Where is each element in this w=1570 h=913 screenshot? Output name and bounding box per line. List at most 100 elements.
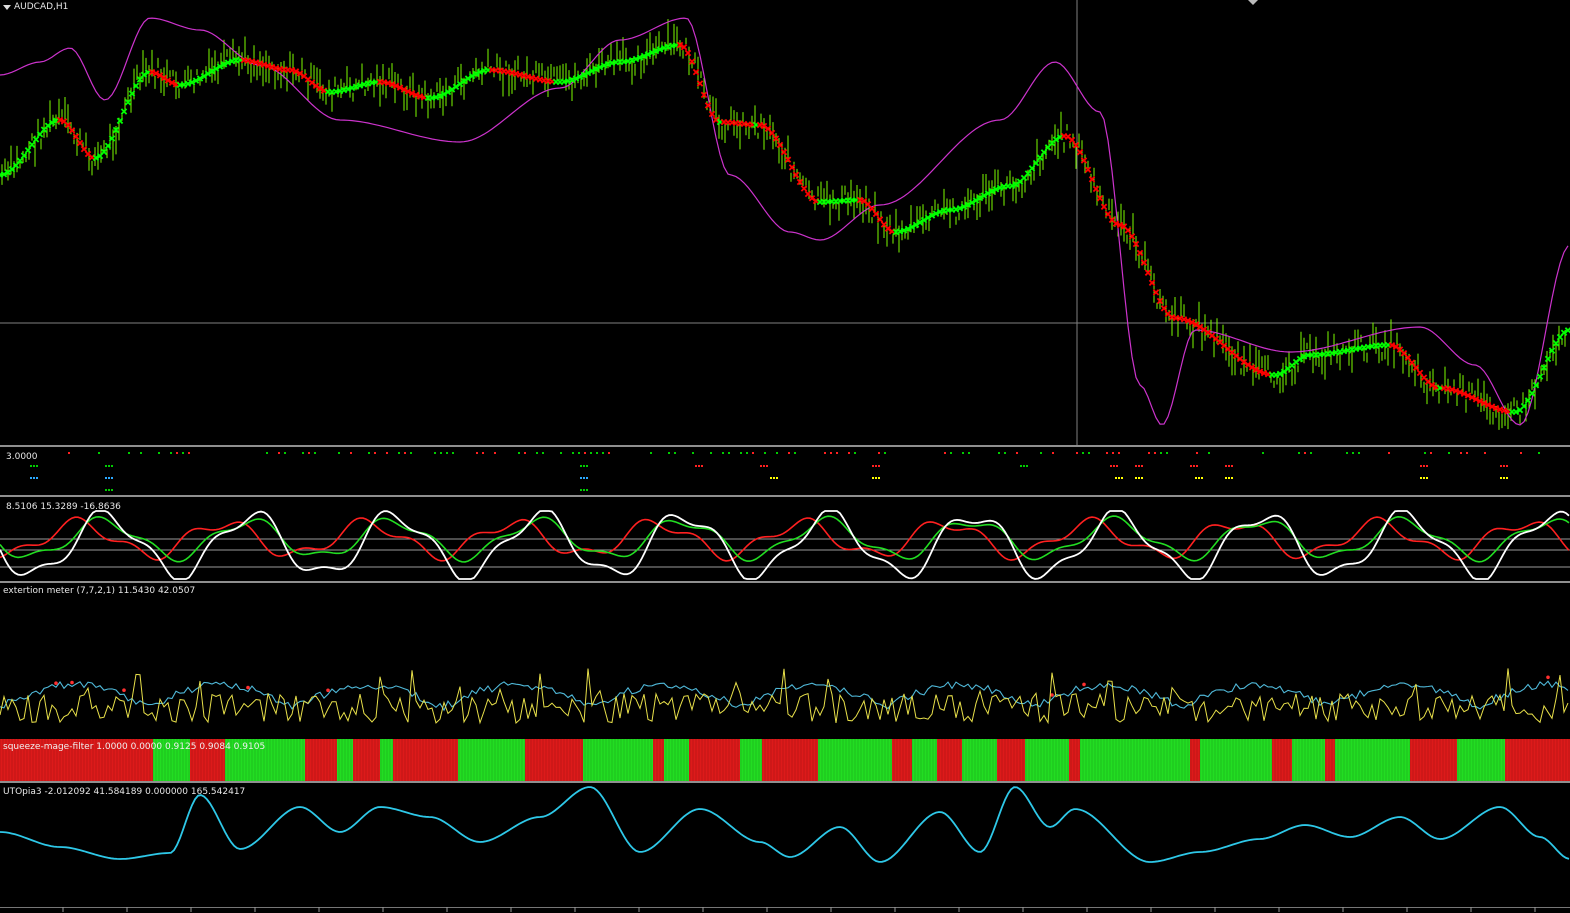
signal-dot <box>968 452 970 454</box>
signal-dot <box>398 452 400 454</box>
extertion-meter-subwindow[interactable]: extertion meter (7,7,2,1) 11.5430 42.050… <box>0 583 1570 738</box>
extertion-peak-dot <box>70 680 74 685</box>
signal-dot <box>30 465 32 467</box>
signal-dot <box>1106 452 1108 454</box>
symbol-title: AUDCAD,H1 <box>14 2 69 12</box>
signal-dot <box>1023 465 1025 467</box>
signal-dot <box>650 452 652 454</box>
signal-dot <box>692 452 694 454</box>
signal-dot <box>1082 452 1084 454</box>
signal-dot <box>583 489 585 491</box>
utopia-label: UTOpia3 -2.012092 41.584189 0.000000 165… <box>3 787 246 797</box>
utopia-plot <box>0 786 1570 863</box>
signal-dot <box>1346 452 1348 454</box>
signal-dot <box>1358 452 1360 454</box>
extertion-peak-dot <box>1546 675 1550 680</box>
envelope-line <box>0 17 1569 426</box>
signal-dot <box>1138 465 1140 467</box>
price-plot <box>0 0 1570 445</box>
signal-dot <box>884 452 886 454</box>
utopia-line <box>0 786 1570 863</box>
signal-dot <box>482 452 484 454</box>
signal-dot <box>776 477 778 479</box>
signal-dot <box>1113 465 1115 467</box>
signal-dot <box>1228 465 1230 467</box>
signal-dot <box>1352 452 1354 454</box>
signal-dot <box>1484 452 1486 454</box>
triangle-down-icon[interactable] <box>3 5 11 10</box>
signals-subwindow[interactable]: 3.0000 <box>0 447 1570 495</box>
signal-dot <box>98 452 100 454</box>
utopia-subwindow[interactable]: UTOpia3 -2.012092 41.584189 0.000000 165… <box>0 783 1570 907</box>
squeeze-block <box>1069 739 1080 781</box>
trend-marker <box>1100 203 1108 211</box>
signal-dot <box>875 465 877 467</box>
squeeze-filter-subwindow[interactable]: squeeze-mage-filter 1.0000 0.0000 0.9125… <box>0 739 1570 781</box>
signal-dot <box>111 477 113 479</box>
signal-dot <box>698 465 700 467</box>
signal-dot <box>30 477 32 479</box>
signal-dot <box>848 452 850 454</box>
signal-dot <box>518 452 520 454</box>
signal-dot <box>308 452 310 454</box>
signal-dot <box>586 489 588 491</box>
signal-dot <box>338 452 340 454</box>
signal-dot <box>596 452 598 454</box>
squeeze-block <box>1410 739 1457 781</box>
squeeze-block <box>393 739 458 781</box>
signal-dot <box>1201 477 1203 479</box>
signal-dot <box>584 452 586 454</box>
extertion-plot <box>0 668 1569 725</box>
signal-dot <box>440 452 442 454</box>
extertion-peak-dot <box>54 681 58 685</box>
signal-dot <box>878 477 880 479</box>
signal-dot <box>1426 477 1428 479</box>
signal-dot <box>111 489 113 491</box>
signal-dot <box>746 452 748 454</box>
trend-marker <box>1068 136 1076 144</box>
squeeze-block <box>664 739 689 781</box>
trend-marker <box>1036 154 1044 161</box>
signal-dot <box>434 452 436 454</box>
signal-dot <box>1195 477 1197 479</box>
signal-dot <box>1196 465 1198 467</box>
signal-dot <box>1196 452 1198 454</box>
signal-dot <box>763 465 765 467</box>
signal-dot <box>572 452 574 454</box>
signal-dot <box>108 477 110 479</box>
main-price-chart[interactable]: AUDCAD,H1 <box>0 0 1570 445</box>
signal-dot <box>1135 477 1137 479</box>
signal-dot <box>760 465 762 467</box>
signal-dot <box>776 452 778 454</box>
signal-dot <box>764 452 766 454</box>
signal-dot <box>578 452 580 454</box>
oscillator-subwindow[interactable]: 8.5106 15.3289 -16.8636 <box>0 497 1570 581</box>
signal-dot <box>1138 477 1140 479</box>
squeeze-block <box>937 739 962 781</box>
signal-dot <box>728 452 730 454</box>
signal-dot <box>1004 452 1006 454</box>
signal-dot <box>1118 452 1120 454</box>
signal-dot <box>524 452 526 454</box>
signal-dot <box>1026 465 1028 467</box>
extertion-peak-dot <box>1082 682 1086 687</box>
trend-marker <box>116 117 124 125</box>
signal-dot <box>33 465 35 467</box>
squeeze-block <box>1335 739 1410 781</box>
chevron-down-icon[interactable] <box>1248 0 1258 5</box>
signal-dot <box>1503 477 1505 479</box>
signal-dot <box>1116 465 1118 467</box>
signal-dot <box>1466 452 1468 454</box>
signal-dot <box>1135 465 1137 467</box>
signal-dot <box>602 452 604 454</box>
squeeze-block <box>962 739 997 781</box>
signal-dot <box>105 465 107 467</box>
signal-dot <box>446 452 448 454</box>
extertion-label: extertion meter (7,7,2,1) 11.5430 42.050… <box>3 586 196 596</box>
signals-label: 3.0000 <box>6 452 38 462</box>
signal-dot <box>1141 465 1143 467</box>
signal-dot <box>752 452 754 454</box>
signal-dot <box>583 477 585 479</box>
signal-dot <box>608 452 610 454</box>
squeeze-block <box>380 739 393 781</box>
